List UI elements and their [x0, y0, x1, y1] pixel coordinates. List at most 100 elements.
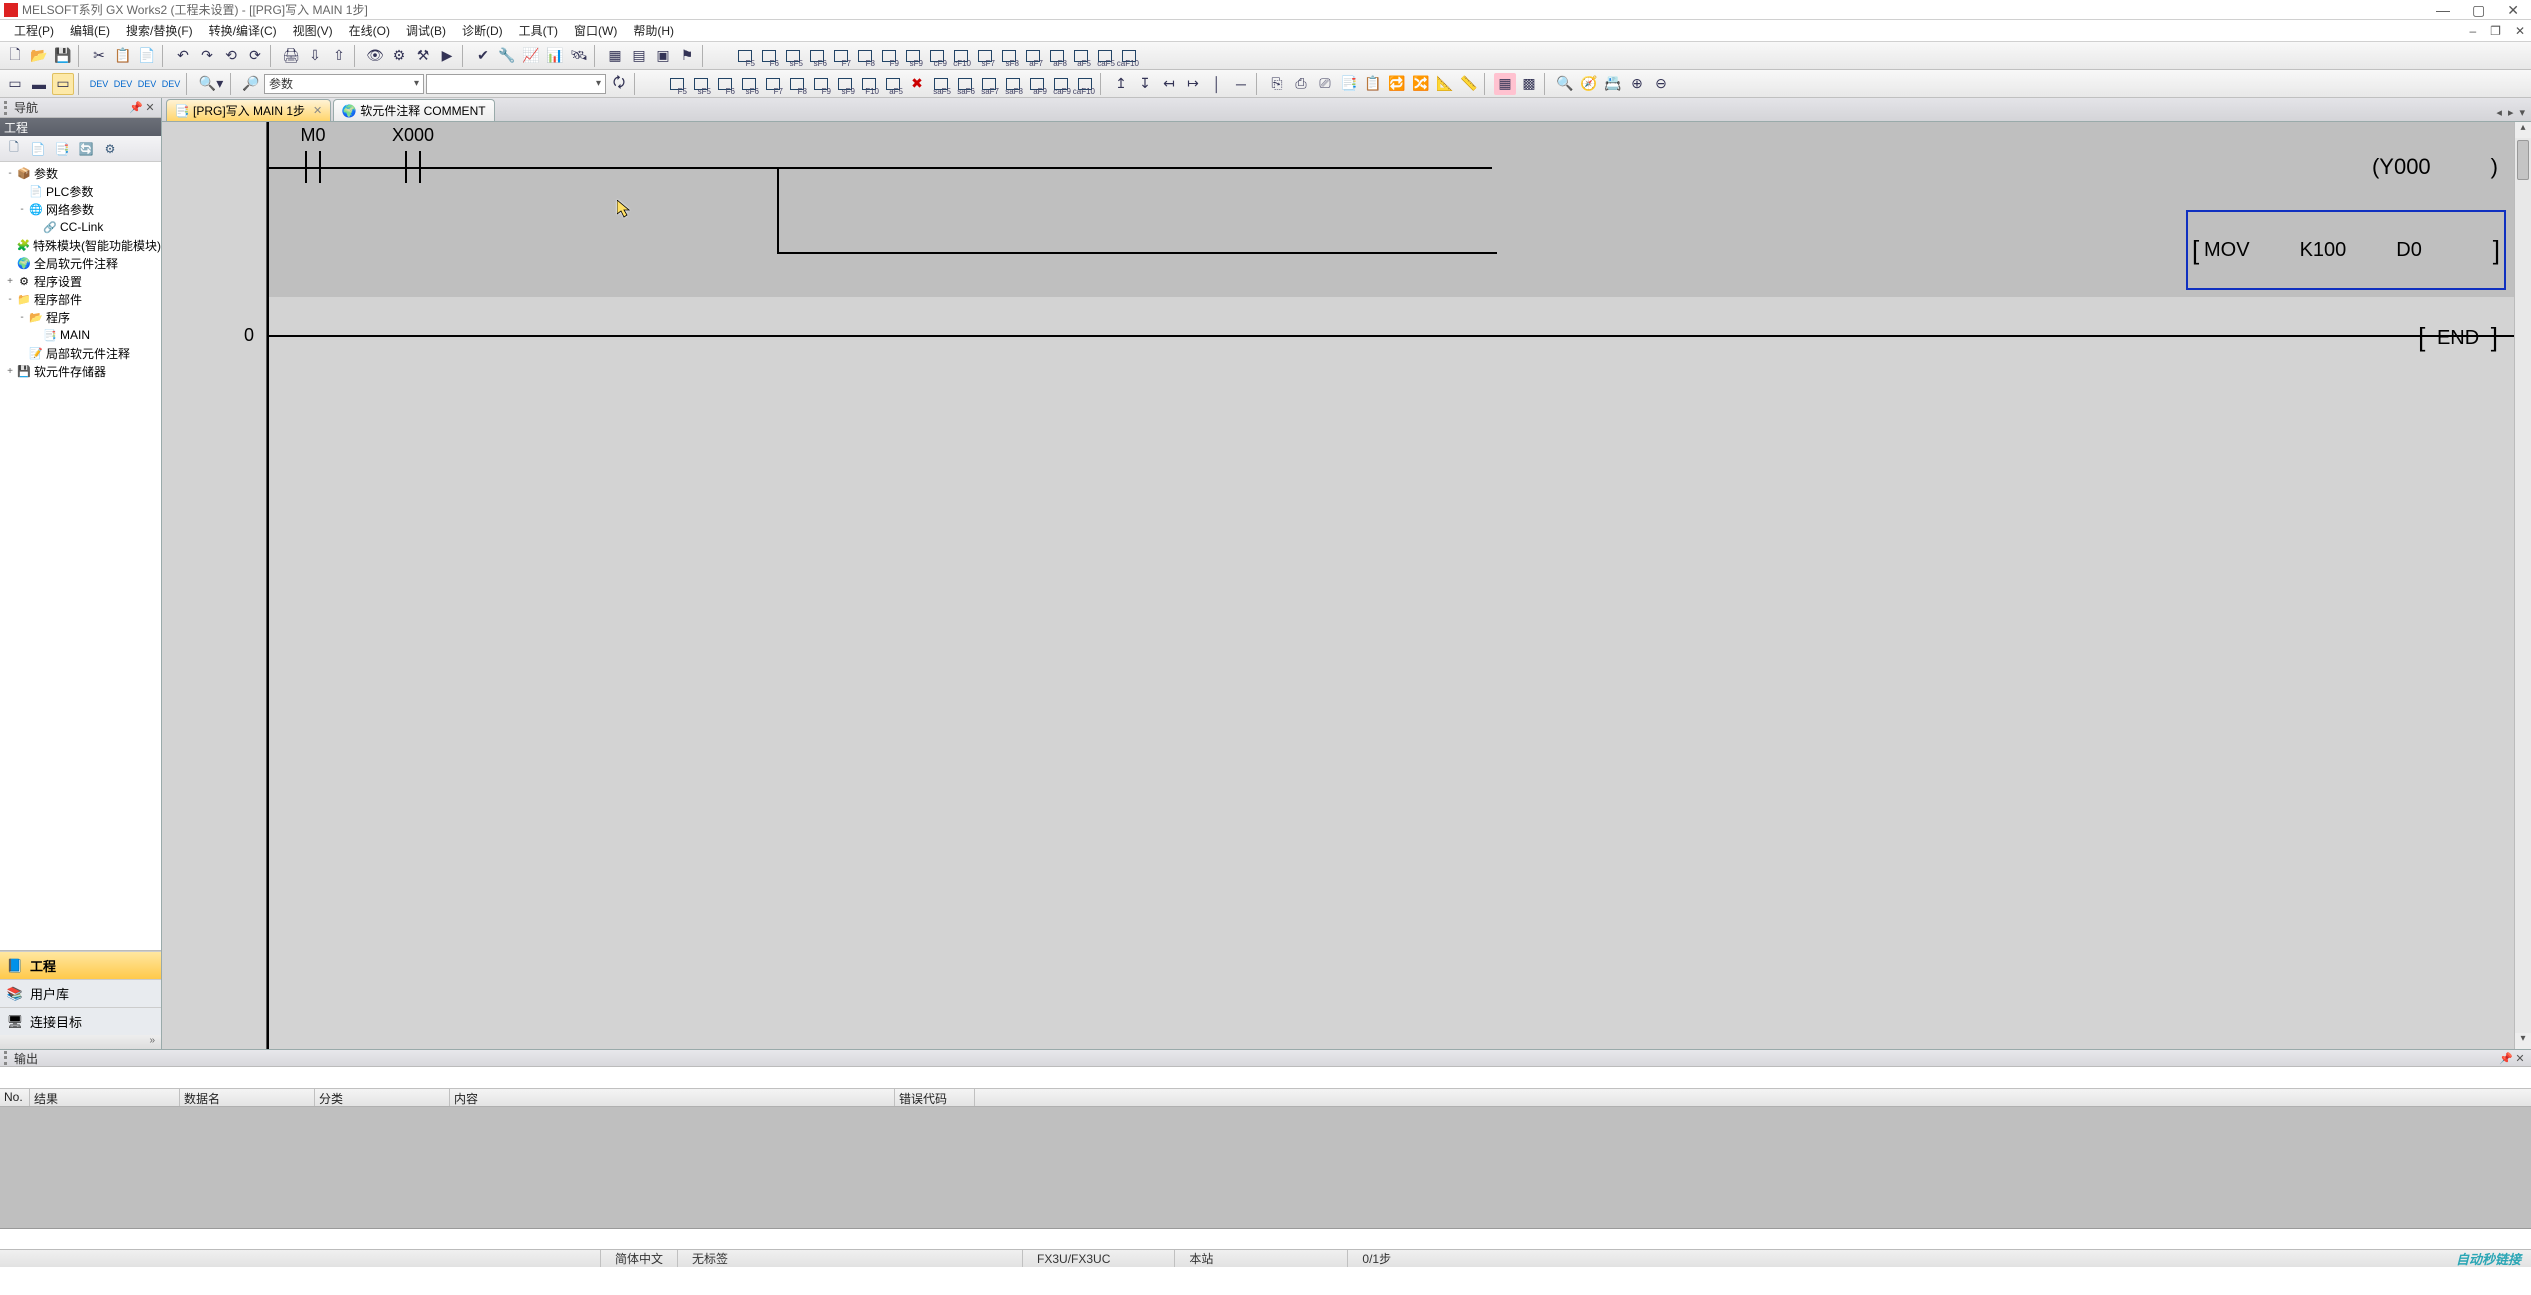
coil-y000[interactable]: (Y000)	[2372, 154, 2498, 180]
view-2-icon[interactable]: ▩	[1518, 73, 1540, 95]
ladder-sf5-icon[interactable]: sF5	[782, 45, 804, 67]
edit-saf6-icon[interactable]: saF6	[954, 73, 976, 95]
ladder-af7-icon[interactable]: aF7	[1022, 45, 1044, 67]
zoom-dropdown[interactable]: 🔍▾	[196, 73, 226, 95]
contact-x000[interactable]: X000	[405, 151, 421, 183]
window-close-button[interactable]: ▣	[652, 45, 674, 67]
trace-button[interactable]: 📈	[520, 45, 542, 67]
zoom-out-icon[interactable]: ⊖	[1650, 73, 1672, 95]
tree-node[interactable]: -📁程序部件	[0, 290, 161, 308]
expand-icon[interactable]: -	[4, 168, 16, 179]
minimize-button[interactable]: —	[2436, 3, 2450, 17]
simulation-button[interactable]: ▶	[436, 45, 458, 67]
window-tile-button[interactable]: ▦	[604, 45, 626, 67]
menu-project[interactable]: 工程(P)	[6, 20, 62, 41]
options-button[interactable]: ⚑	[676, 45, 698, 67]
edit-f5-icon[interactable]: F5	[666, 73, 688, 95]
edit-caf10-icon[interactable]: caF10	[1074, 73, 1096, 95]
edit-f7-icon[interactable]: F7	[762, 73, 784, 95]
scroll-down-icon[interactable]: ▾	[2515, 1033, 2531, 1049]
grip-icon[interactable]	[4, 1051, 10, 1065]
line-up-icon[interactable]: ↥	[1110, 73, 1132, 95]
ladder-af5-icon[interactable]: aF5	[1070, 45, 1092, 67]
tab-close-icon[interactable]: ✕	[313, 104, 322, 117]
output-close-icon[interactable]: ✕	[2513, 1052, 2527, 1065]
tree-node[interactable]: -🌐网络参数	[0, 200, 161, 218]
line-down-icon[interactable]: ↧	[1134, 73, 1156, 95]
nav-tb-3-icon[interactable]: 📑	[52, 139, 72, 159]
sampling-button[interactable]: 📊	[544, 45, 566, 67]
misc-9-icon[interactable]: 📏	[1458, 73, 1480, 95]
nav-category[interactable]: 📚用户库	[0, 979, 161, 1007]
open-button[interactable]: 📂	[28, 45, 50, 67]
ladder-sf7-icon[interactable]: sF7	[974, 45, 996, 67]
ladder-f8-icon[interactable]: F8	[854, 45, 876, 67]
output-pin-icon[interactable]: 📌	[2499, 1052, 2513, 1065]
tree-node[interactable]: +💾软元件存储器	[0, 362, 161, 380]
pin-icon[interactable]: 📌	[129, 101, 143, 114]
mdi-restore-button[interactable]: ❐	[2490, 24, 2501, 38]
copy-button[interactable]: 📋	[112, 45, 134, 67]
output-column-header[interactable]: 数据名	[180, 1089, 315, 1106]
build-all-button[interactable]: ⚒	[412, 45, 434, 67]
line-right-icon[interactable]: ↦	[1182, 73, 1204, 95]
device-list-icon[interactable]: 📇	[1602, 73, 1624, 95]
menu-online[interactable]: 在线(O)	[341, 20, 398, 41]
zoom-fit-icon[interactable]: ⊕	[1626, 73, 1648, 95]
misc-4-icon[interactable]: 📑	[1338, 73, 1360, 95]
compile-button[interactable]: ⚙	[388, 45, 410, 67]
menu-view[interactable]: 视图(V)	[285, 20, 341, 41]
output-column-header[interactable]: 内容	[450, 1089, 895, 1106]
find-button[interactable]: 🔎	[240, 73, 262, 95]
maximize-button[interactable]: ▢	[2472, 3, 2485, 17]
ladder-cf10-icon[interactable]: cF10	[950, 45, 972, 67]
expand-icon[interactable]: +	[4, 366, 16, 377]
edit-sf5-icon[interactable]: sF5	[690, 73, 712, 95]
menu-help[interactable]: 帮助(H)	[625, 20, 682, 41]
ladder-caf5-icon[interactable]: caF5	[1094, 45, 1116, 67]
nav-close-icon[interactable]: ✕	[143, 101, 157, 114]
editor-tab[interactable]: 🌍软元件注释 COMMENT	[333, 99, 494, 121]
vertical-scrollbar[interactable]: ▴ ▾	[2514, 122, 2531, 1049]
mdi-close-button[interactable]: ✕	[2515, 24, 2525, 38]
redo-button[interactable]: ↷	[196, 45, 218, 67]
view-1-icon[interactable]: ▦	[1494, 73, 1516, 95]
edit-af9-icon[interactable]: aF9	[1026, 73, 1048, 95]
menu-window[interactable]: 窗口(W)	[566, 20, 625, 41]
menu-debug[interactable]: 调试(B)	[398, 20, 454, 41]
dev2-button[interactable]: DEV	[112, 73, 134, 95]
misc-2-icon[interactable]: ⎙	[1290, 73, 1312, 95]
tree-node[interactable]: 🌍全局软元件注释	[0, 254, 161, 272]
output-body[interactable]	[0, 1107, 2531, 1229]
nav-category[interactable]: 📘工程	[0, 951, 161, 979]
nav-tb-1-icon[interactable]: 🗋	[4, 139, 24, 159]
ladder-canvas[interactable]: M0 X000 (Y000) MOV K100 D0	[267, 122, 2514, 1049]
device-button[interactable]: 🔧	[496, 45, 518, 67]
refresh-button[interactable]: 🗘	[608, 73, 630, 95]
tree-node[interactable]: -📂程序	[0, 308, 161, 326]
edit-f6-icon[interactable]: F6	[714, 73, 736, 95]
dev4-button[interactable]: DEV	[160, 73, 182, 95]
output-column-header[interactable]: 结果	[30, 1089, 180, 1106]
edit-delete-icon[interactable]: ✖	[906, 73, 928, 95]
expand-icon[interactable]: -	[16, 312, 28, 323]
misc-6-icon[interactable]: 🔁	[1386, 73, 1408, 95]
contact-m0[interactable]: M0	[305, 151, 321, 183]
ladder-f5-icon[interactable]: F5	[734, 45, 756, 67]
tree-node[interactable]: +⚙程序设置	[0, 272, 161, 290]
window-cascade-button[interactable]: ▤	[628, 45, 650, 67]
line-left-icon[interactable]: ↤	[1158, 73, 1180, 95]
ladder-sf9-icon[interactable]: sF9	[902, 45, 924, 67]
nav-category[interactable]: 🖥连接目标	[0, 1007, 161, 1035]
scroll-thumb[interactable]	[2517, 140, 2529, 180]
misc-5-icon[interactable]: 📋	[1362, 73, 1384, 95]
mdi-minimize-button[interactable]: –	[2469, 24, 2476, 38]
nav-tb-5-icon[interactable]: ⚙	[100, 139, 120, 159]
save-button[interactable]: 💾	[52, 45, 74, 67]
dev1-button[interactable]: DEV	[88, 73, 110, 95]
expand-icon[interactable]: -	[16, 204, 28, 215]
tree-node[interactable]: 📄PLC参数	[0, 182, 161, 200]
dev3-button[interactable]: DEV	[136, 73, 158, 95]
symbol-b-button[interactable]: ▬	[28, 73, 50, 95]
scroll-up-icon[interactable]: ▴	[2515, 122, 2531, 138]
